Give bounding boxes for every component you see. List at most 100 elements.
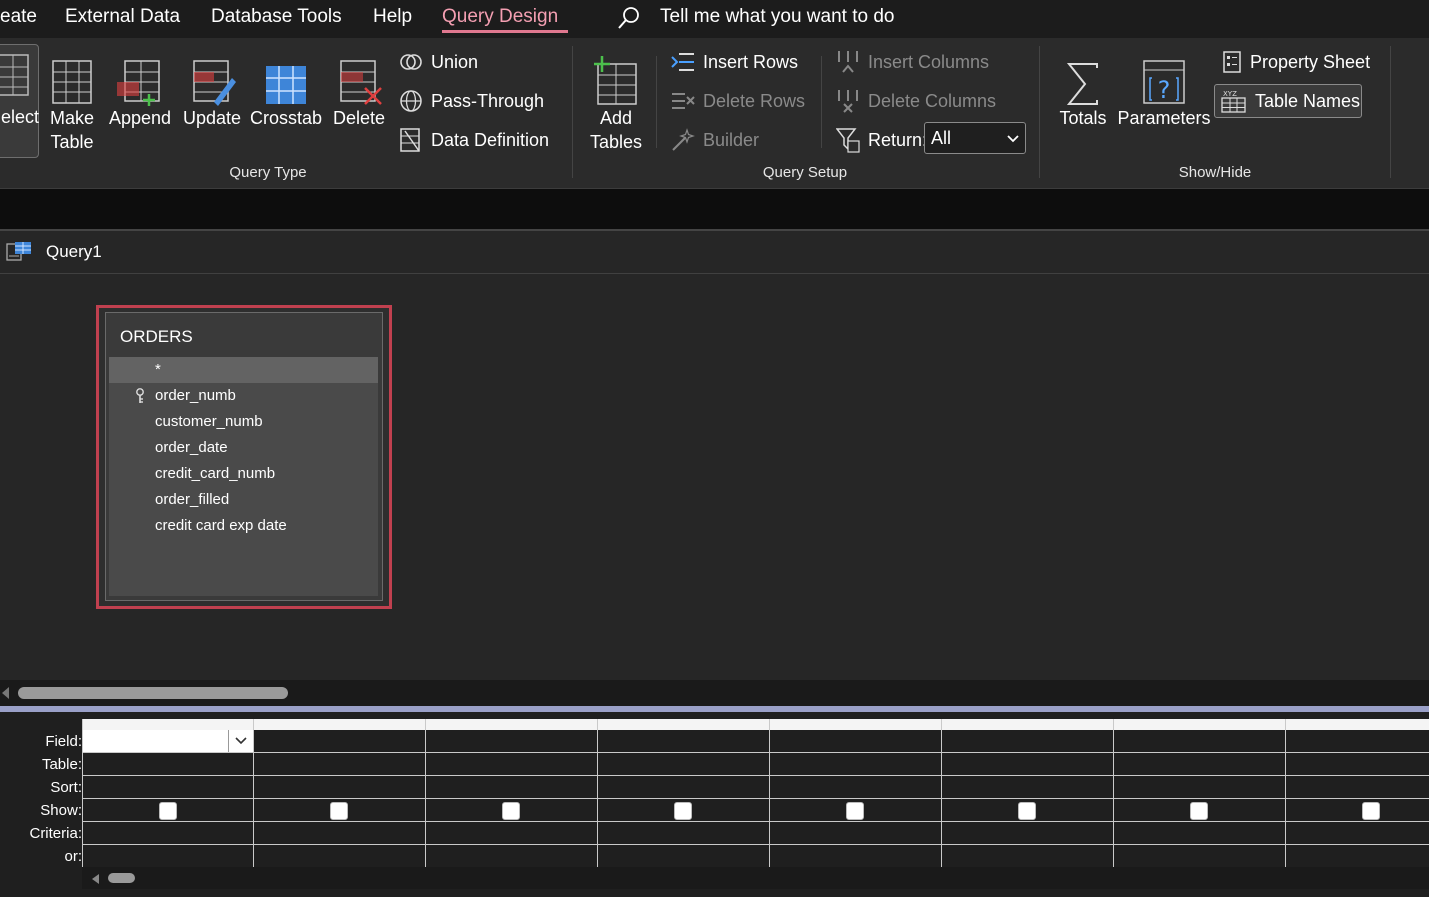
append-button[interactable]: Append: [107, 44, 173, 130]
sort-cell[interactable]: [426, 776, 597, 799]
table-cell[interactable]: [942, 753, 1113, 776]
table-cell[interactable]: [598, 753, 769, 776]
or-cell[interactable]: [1114, 845, 1285, 868]
menu-query-design[interactable]: Query Design: [442, 6, 558, 28]
scroll-left-arrow-icon[interactable]: [0, 686, 10, 705]
or-cell[interactable]: [83, 845, 253, 868]
make-table-button[interactable]: Make Table: [44, 44, 100, 154]
orders-field-list[interactable]: ORDERS * order_numb customer_numb order_…: [96, 305, 392, 609]
show-checkbox[interactable]: [674, 802, 692, 820]
field-item[interactable]: credit card exp date: [109, 513, 378, 539]
sort-cell[interactable]: [83, 776, 253, 799]
property-sheet-button[interactable]: Property Sheet: [1222, 49, 1370, 75]
add-tables-button[interactable]: Add Tables: [586, 44, 646, 154]
show-checkbox[interactable]: [1362, 802, 1380, 820]
or-cell[interactable]: [426, 845, 597, 868]
menu-database-tools[interactable]: Database Tools: [211, 6, 342, 28]
show-cell[interactable]: [426, 799, 597, 822]
table-cell[interactable]: [426, 753, 597, 776]
show-cell[interactable]: [83, 799, 253, 822]
scroll-thumb[interactable]: [18, 687, 288, 699]
field-cell[interactable]: [426, 730, 597, 753]
table-cell[interactable]: [770, 753, 941, 776]
sort-cell[interactable]: [942, 776, 1113, 799]
field-cell[interactable]: [1114, 730, 1285, 753]
show-cell[interactable]: [598, 799, 769, 822]
field-item[interactable]: order_filled: [109, 487, 378, 513]
criteria-cell[interactable]: [1286, 822, 1429, 845]
show-checkbox[interactable]: [159, 802, 177, 820]
sort-cell[interactable]: [1286, 776, 1429, 799]
select-query-button[interactable]: elect: [0, 44, 39, 158]
or-cell[interactable]: [1286, 845, 1429, 868]
field-item[interactable]: credit_card_numb: [109, 461, 378, 487]
field-item[interactable]: order_numb: [109, 383, 378, 409]
delete-query-button[interactable]: Delete: [330, 44, 388, 130]
field-cell[interactable]: [598, 730, 769, 753]
criteria-cell[interactable]: [942, 822, 1113, 845]
builder-button[interactable]: Builder: [671, 127, 759, 153]
scroll-left-arrow-icon[interactable]: [90, 872, 100, 890]
or-cell[interactable]: [254, 845, 425, 868]
data-definition-button[interactable]: Data Definition: [399, 127, 549, 153]
pass-through-button[interactable]: Pass-Through: [399, 88, 544, 114]
show-cell[interactable]: [254, 799, 425, 822]
sort-cell[interactable]: [598, 776, 769, 799]
criteria-cell[interactable]: [83, 822, 253, 845]
parameters-button[interactable]: ? Parameters: [1117, 44, 1211, 130]
document-tab-title[interactable]: Query1: [46, 242, 102, 262]
sort-cell[interactable]: [254, 776, 425, 799]
show-checkbox[interactable]: [502, 802, 520, 820]
table-cell[interactable]: [1286, 753, 1429, 776]
show-cell[interactable]: [942, 799, 1113, 822]
criteria-cell[interactable]: [1114, 822, 1285, 845]
union-button[interactable]: Union: [399, 49, 478, 75]
tell-me-search[interactable]: Tell me what you want to do: [660, 6, 894, 28]
field-item[interactable]: order_date: [109, 435, 378, 461]
field-item[interactable]: *: [109, 357, 378, 383]
criteria-cell[interactable]: [770, 822, 941, 845]
menu-help[interactable]: Help: [373, 6, 412, 28]
menu-create[interactable]: eate: [0, 6, 37, 28]
grid-scroll-thumb[interactable]: [108, 873, 135, 883]
or-cell[interactable]: [770, 845, 941, 868]
table-cell[interactable]: [83, 753, 253, 776]
field-item[interactable]: customer_numb: [109, 409, 378, 435]
table-cell[interactable]: [254, 753, 425, 776]
field-list-title[interactable]: ORDERS: [120, 327, 193, 347]
or-cell[interactable]: [942, 845, 1113, 868]
field-cell[interactable]: [770, 730, 941, 753]
sort-cell[interactable]: [1114, 776, 1285, 799]
design-pane-scrollbar[interactable]: [0, 680, 1429, 706]
criteria-cell[interactable]: [254, 822, 425, 845]
show-cell[interactable]: [1286, 799, 1429, 822]
return-select[interactable]: All: [924, 122, 1026, 154]
totals-button[interactable]: Totals: [1055, 44, 1111, 130]
crosstab-button[interactable]: Crosstab: [249, 44, 323, 130]
show-checkbox[interactable]: [330, 802, 348, 820]
show-cell[interactable]: [770, 799, 941, 822]
field-cell[interactable]: [254, 730, 425, 753]
insert-columns-button[interactable]: Insert Columns: [836, 49, 989, 75]
show-cell[interactable]: [1114, 799, 1285, 822]
criteria-cell[interactable]: [598, 822, 769, 845]
show-checkbox[interactable]: [1018, 802, 1036, 820]
field-cell[interactable]: [942, 730, 1113, 753]
field-cell[interactable]: [83, 730, 253, 753]
criteria-cell[interactable]: [426, 822, 597, 845]
field-cell[interactable]: [1286, 730, 1429, 753]
update-button[interactable]: Update: [180, 44, 244, 130]
delete-rows-button[interactable]: Delete Rows: [671, 88, 805, 114]
delete-columns-button[interactable]: Delete Columns: [836, 88, 996, 114]
insert-rows-button[interactable]: Insert Rows: [671, 49, 798, 75]
grid-scrollbar[interactable]: [82, 867, 1429, 889]
table-names-button[interactable]: XYZ Table Names: [1214, 84, 1362, 118]
table-cell[interactable]: [1114, 753, 1285, 776]
field-dropdown-button[interactable]: [228, 730, 253, 752]
show-checkbox[interactable]: [846, 802, 864, 820]
sort-cell[interactable]: [770, 776, 941, 799]
search-icon[interactable]: [617, 5, 641, 36]
or-cell[interactable]: [598, 845, 769, 868]
menu-external-data[interactable]: External Data: [65, 6, 180, 28]
show-checkbox[interactable]: [1190, 802, 1208, 820]
